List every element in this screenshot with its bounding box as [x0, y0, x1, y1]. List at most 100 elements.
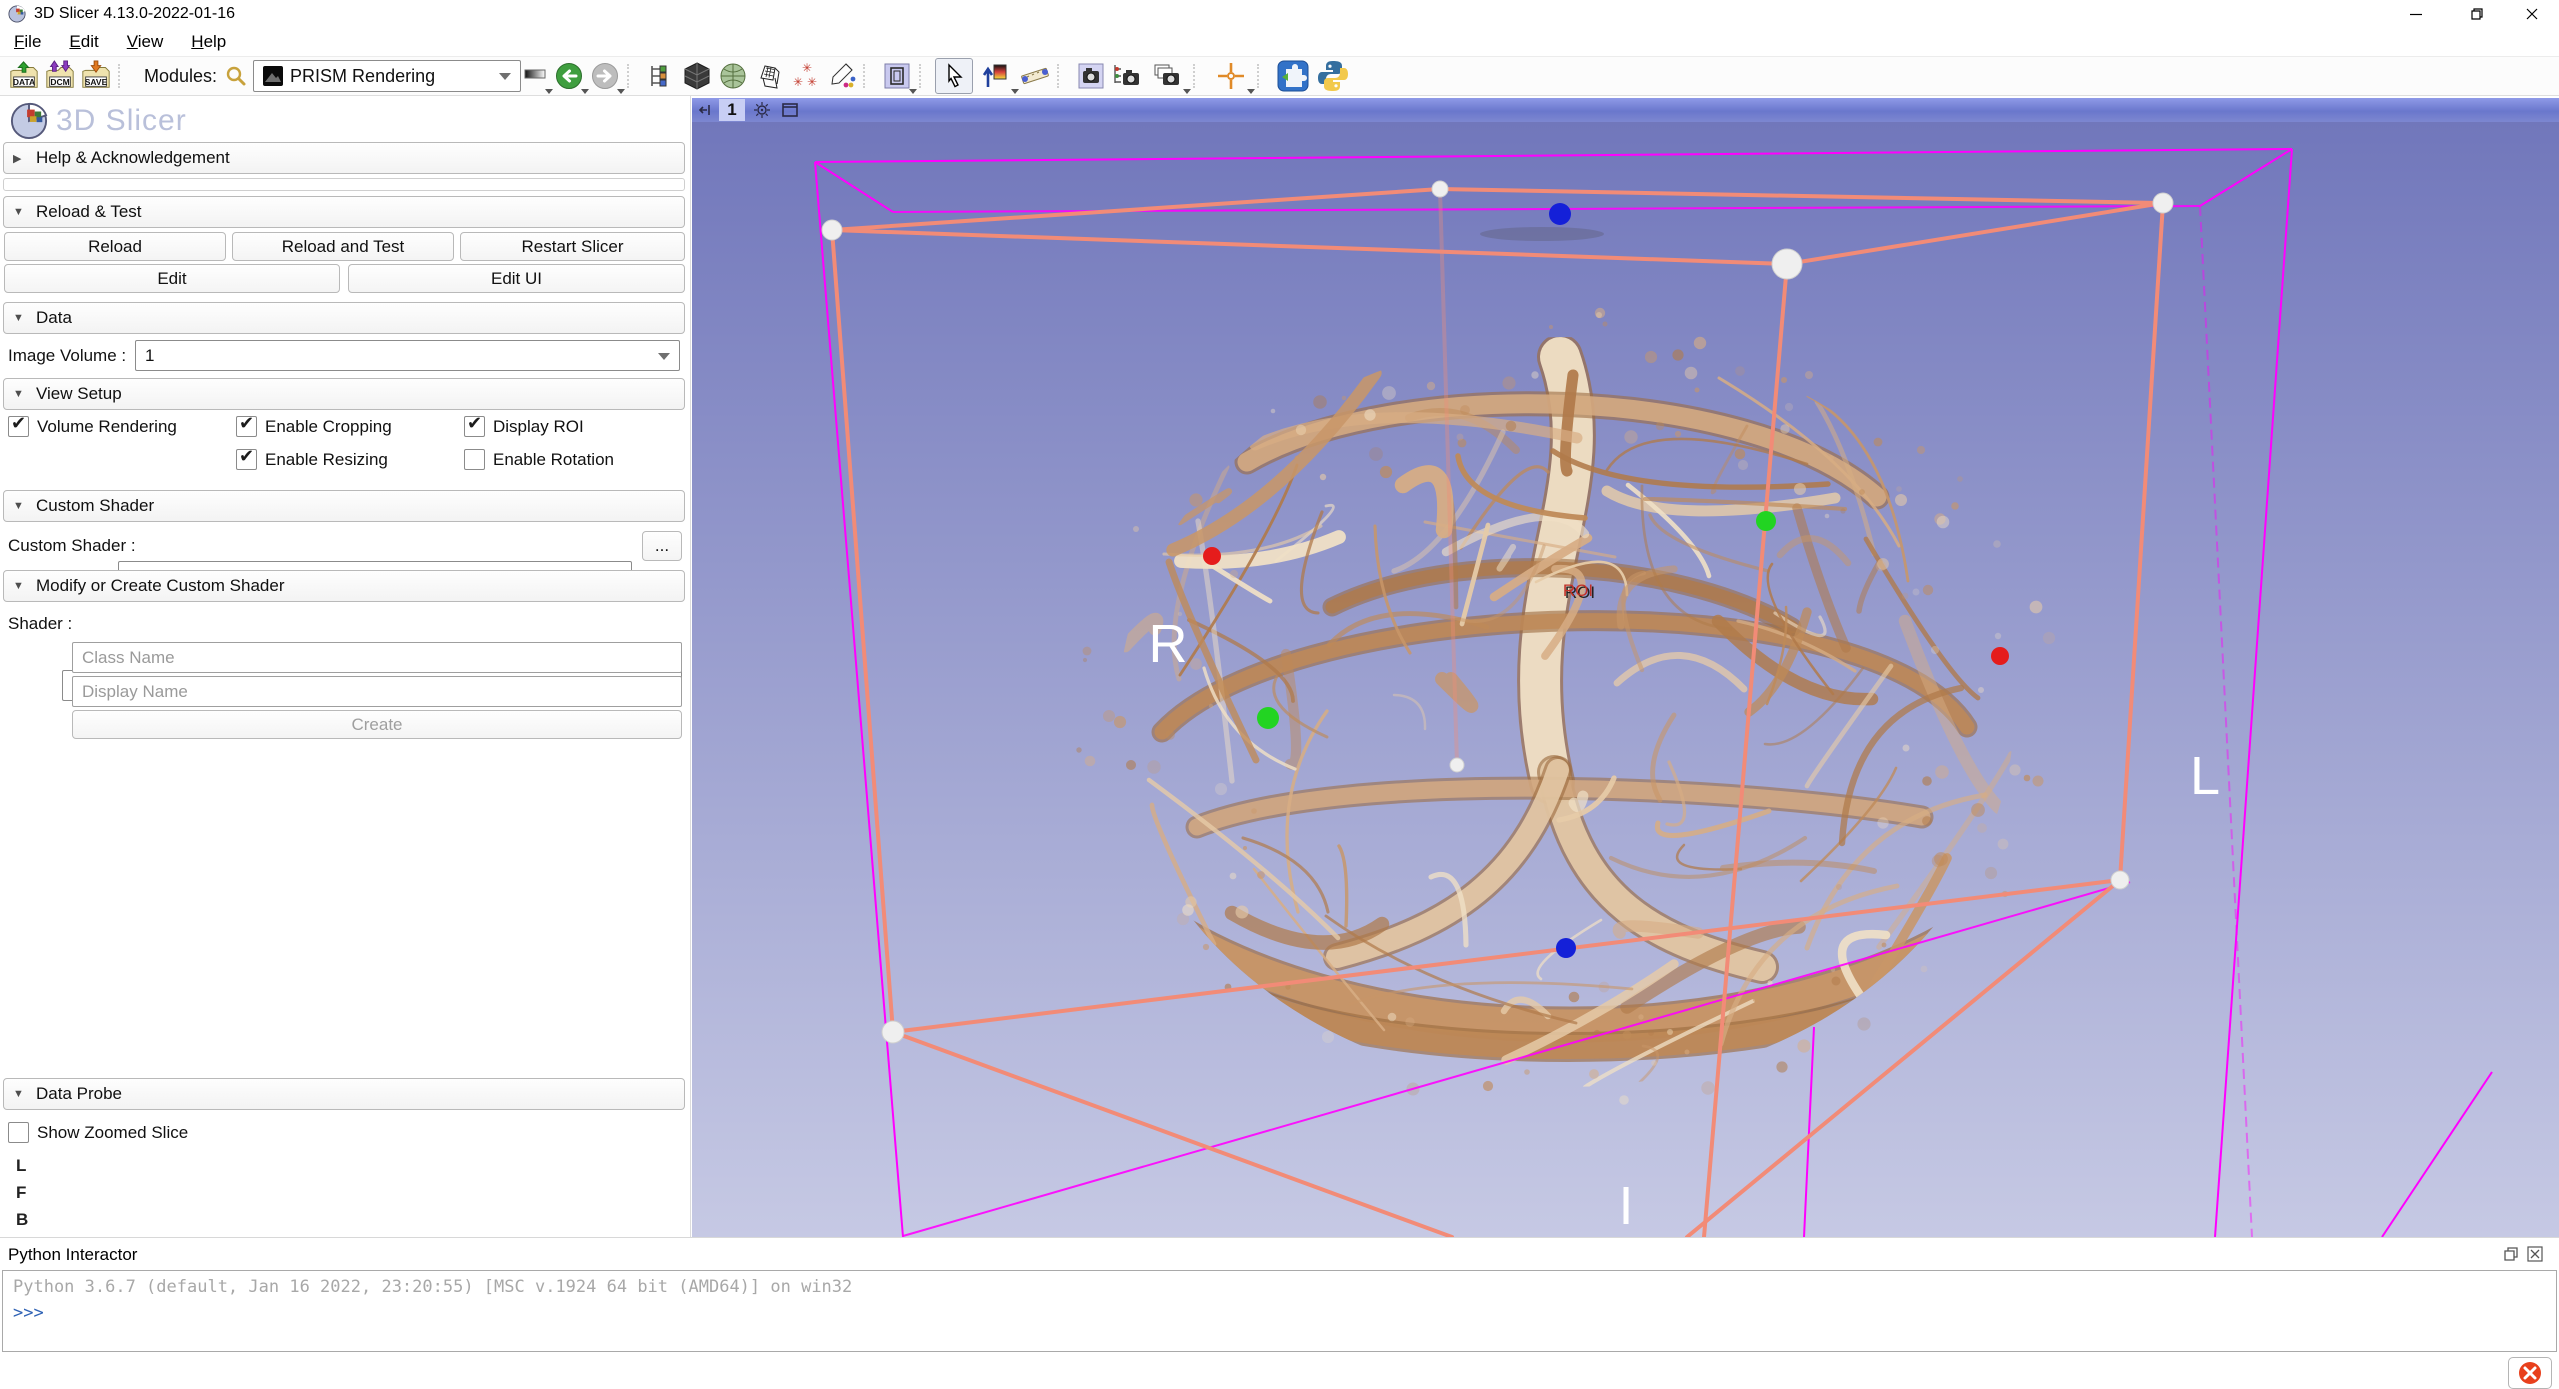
module-back-button[interactable]	[551, 59, 587, 93]
maximize-view-icon[interactable]	[781, 101, 799, 119]
volume-rendering-checkbox[interactable]: Volume Rendering	[8, 416, 177, 437]
mouse-interaction-button[interactable]	[935, 58, 973, 94]
section-reload-test[interactable]: ▼ Reload & Test	[3, 196, 685, 228]
checkbox-box[interactable]	[464, 416, 485, 437]
module-forward-button[interactable]	[587, 59, 623, 93]
load-dicom-button[interactable]: DCM	[42, 59, 78, 93]
place-markup-button[interactable]	[973, 59, 1017, 93]
module-search-icon[interactable]	[225, 65, 247, 87]
image-volume-combobox[interactable]: 1	[135, 340, 680, 371]
mesh-module-button[interactable]	[751, 59, 787, 93]
section-modify-create-shader[interactable]: ▼ Modify or Create Custom Shader	[3, 570, 685, 602]
close-panel-icon[interactable]	[2527, 1246, 2543, 1262]
volume-rendering-module-button[interactable]	[679, 59, 715, 93]
module-panel: 3D Slicer ▶ Help & Acknowledgement ▼ Rel…	[0, 96, 691, 1237]
probe-row-l: L	[16, 1156, 26, 1176]
chevron-down-icon	[1183, 89, 1191, 94]
title-bar: 3D Slicer 4.13.0-2022-01-16	[0, 0, 2559, 28]
menu-help[interactable]: Help	[177, 32, 240, 52]
menu-file[interactable]: File	[0, 32, 55, 52]
module-selector-combobox[interactable]: PRISM Rendering	[253, 60, 521, 92]
module-hierarchy-icon	[647, 62, 675, 90]
crosshair-button[interactable]	[1209, 59, 1253, 93]
enable-rotation-checkbox[interactable]: Enable Rotation	[464, 449, 614, 470]
menu-view[interactable]: View	[113, 32, 178, 52]
chevron-down-icon	[658, 353, 670, 360]
view-controls-icon[interactable]	[753, 101, 771, 119]
section-data-probe[interactable]: ▼ Data Probe	[3, 1078, 685, 1110]
minimize-button[interactable]	[2393, 0, 2439, 28]
mesh-cube-icon	[755, 62, 783, 90]
save-button[interactable]: SAVE	[78, 59, 114, 93]
volume-top-shadow	[1480, 227, 1604, 241]
checkbox-box[interactable]	[8, 1122, 29, 1143]
display-name-input[interactable]	[72, 676, 682, 707]
custom-shader-label: Custom Shader :	[8, 536, 136, 556]
close-button[interactable]	[2509, 0, 2555, 28]
section-view-setup[interactable]: ▼ View Setup	[3, 378, 685, 410]
module-hierarchy-button[interactable]	[643, 59, 679, 93]
reload-and-test-button[interactable]: Reload and Test	[232, 232, 454, 261]
create-shader-button[interactable]: Create	[72, 710, 682, 739]
restore-button[interactable]	[2453, 0, 2499, 28]
layout-selector-button[interactable]	[879, 59, 915, 93]
python-interactor-title: Python Interactor	[8, 1245, 137, 1265]
extensions-manager-button[interactable]	[1273, 59, 1313, 93]
measurements-button[interactable]	[1017, 59, 1053, 93]
restart-slicer-button[interactable]: Restart Slicer	[460, 232, 685, 261]
collapsed-arrow-icon: ▶	[13, 152, 25, 165]
annotation-pen-icon	[826, 61, 856, 91]
python-prompt[interactable]: >>>	[13, 1303, 2546, 1323]
screenshot-button[interactable]	[1073, 59, 1109, 93]
shader-options-button[interactable]: ...	[642, 531, 682, 561]
modules-label: Modules:	[144, 66, 217, 87]
capture-stack-icon	[1151, 61, 1183, 91]
toolbar-separator	[863, 64, 873, 88]
checkbox-box[interactable]	[464, 449, 485, 470]
load-data-button[interactable]: DATA	[6, 59, 42, 93]
fiducial-markers-icon: ✳ ✳ ✳	[790, 61, 820, 91]
display-roi-checkbox[interactable]: Display ROI	[464, 416, 584, 437]
reload-button[interactable]: Reload	[4, 232, 226, 261]
svg-text:SAVE: SAVE	[85, 77, 108, 87]
section-custom-shader[interactable]: ▼ Custom Shader	[3, 490, 685, 522]
edit-button[interactable]: Edit	[4, 264, 340, 293]
checkbox-box[interactable]	[236, 416, 257, 437]
float-panel-icon[interactable]	[2503, 1246, 2519, 1262]
show-zoomed-slice-checkbox[interactable]: Show Zoomed Slice	[8, 1122, 188, 1143]
error-log-button[interactable]	[2508, 1357, 2552, 1389]
section-help-acknowledgement[interactable]: ▶ Help & Acknowledgement	[3, 142, 685, 174]
checkbox-box[interactable]	[8, 416, 29, 437]
window-title: 3D Slicer 4.13.0-2022-01-16	[34, 5, 235, 23]
python-console-button[interactable]	[1313, 59, 1353, 93]
markups-module-button[interactable]: ✳ ✳ ✳	[787, 59, 823, 93]
viewport-3d[interactable]: R L I ROI ROI	[692, 122, 2559, 1237]
checkbox-box[interactable]	[236, 449, 257, 470]
python-console[interactable]: Python 3.6.7 (default, Jan 16 2022, 23:2…	[2, 1270, 2557, 1352]
expanded-arrow-icon: ▼	[13, 500, 25, 512]
enable-cropping-checkbox[interactable]: Enable Cropping	[236, 416, 392, 437]
status-bar	[0, 1355, 2559, 1389]
module-history-button[interactable]	[521, 59, 551, 93]
roi-node-label: ROI	[1563, 581, 1593, 600]
class-name-input[interactable]	[72, 642, 682, 673]
slicer-logo-icon	[10, 102, 48, 140]
selected-module: PRISM Rendering	[290, 66, 435, 87]
python-interactor-panel: Python Interactor Python 3.6.7 (default,…	[0, 1237, 2559, 1355]
pin-collapse-icon[interactable]	[697, 102, 713, 118]
restore-icon	[2468, 6, 2484, 22]
dark-cube-icon	[682, 61, 712, 91]
view-label: 1	[719, 99, 745, 121]
scene-view-button[interactable]	[1109, 59, 1145, 93]
green-sphere-icon	[718, 61, 748, 91]
svg-text:✳: ✳	[807, 75, 817, 89]
forward-arrow-icon	[591, 62, 619, 90]
enable-resizing-checkbox[interactable]: Enable Resizing	[236, 449, 388, 470]
capture-toolbar-button[interactable]	[1145, 59, 1189, 93]
menu-edit[interactable]: Edit	[55, 32, 112, 52]
models-module-button[interactable]	[715, 59, 751, 93]
annotations-module-button[interactable]	[823, 59, 859, 93]
chevron-down-icon	[909, 89, 917, 94]
section-data[interactable]: ▼ Data	[3, 302, 685, 334]
edit-ui-button[interactable]: Edit UI	[348, 264, 685, 293]
